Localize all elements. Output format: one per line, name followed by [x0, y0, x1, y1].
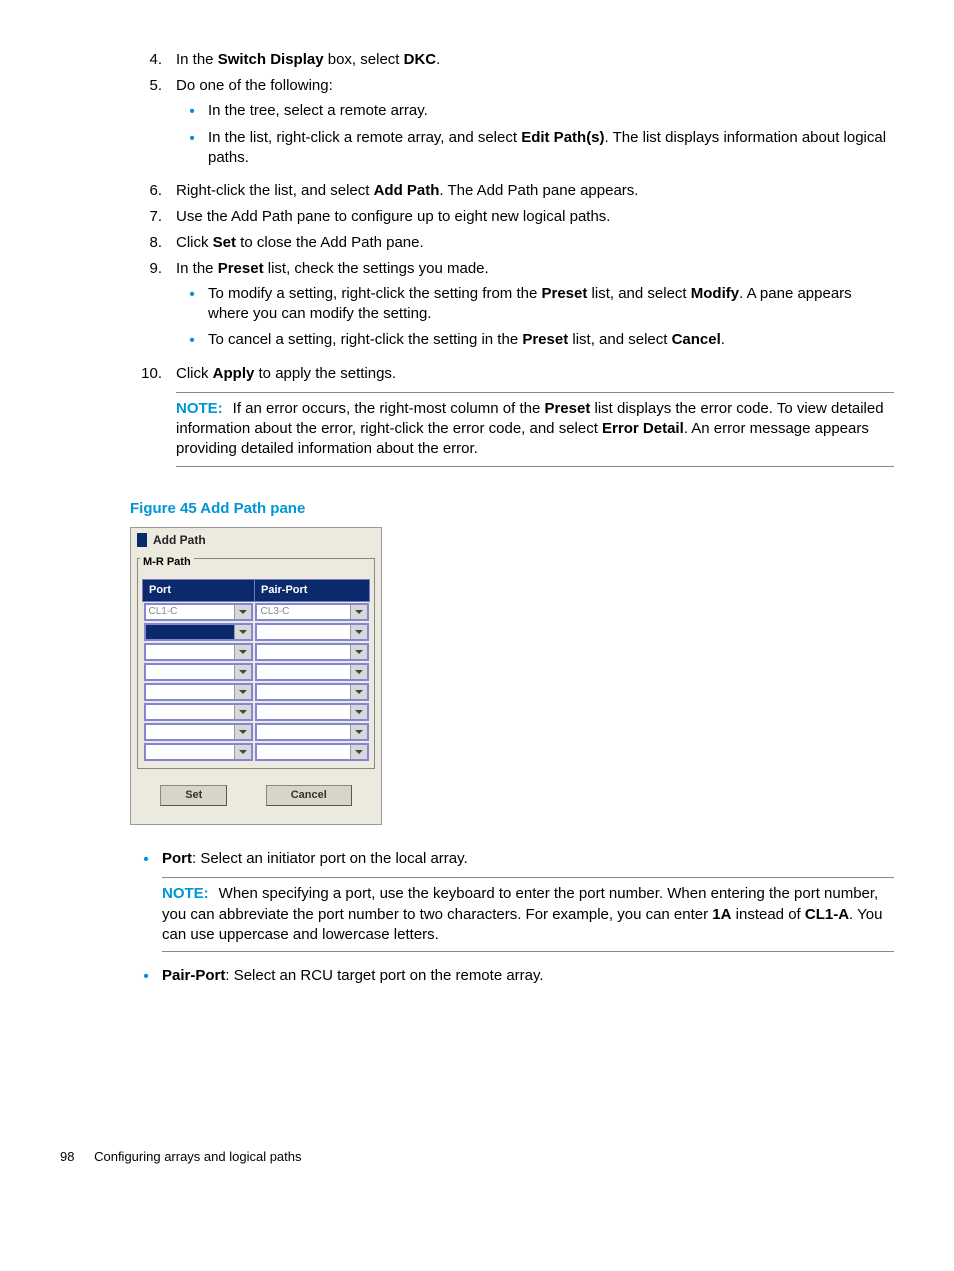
chevron-down-icon[interactable] [350, 605, 367, 619]
step-10: 10. Click Apply to apply the settings. N… [130, 364, 894, 475]
port-select-1[interactable]: CL1-C [144, 603, 254, 621]
cancel-button[interactable]: Cancel [266, 785, 352, 806]
pair-port-select-2[interactable] [255, 623, 368, 641]
pair-port-select-3[interactable] [255, 643, 368, 661]
pair-port-select-4[interactable] [255, 663, 368, 681]
chevron-down-icon[interactable] [350, 645, 367, 659]
pair-port-select-7[interactable] [255, 723, 368, 741]
page-number: 98 [60, 1149, 74, 1164]
port-select-5[interactable] [144, 683, 254, 701]
step-9a: To modify a setting, right-click the set… [176, 284, 894, 325]
chevron-down-icon[interactable] [234, 745, 251, 759]
step-4: 4. In the Switch Display box, select DKC… [130, 50, 894, 70]
add-path-pane: Add Path M-R Path Port Pair-Port CL1-C C… [130, 527, 382, 825]
pair-port-select-5[interactable] [255, 683, 368, 701]
pair-port-select-6[interactable] [255, 703, 368, 721]
port-select-2[interactable] [144, 623, 254, 641]
step-6: 6. Right-click the list, and select Add … [130, 181, 894, 201]
chevron-down-icon[interactable] [234, 625, 251, 639]
chevron-down-icon[interactable] [350, 705, 367, 719]
port-select-3[interactable] [144, 643, 254, 661]
chevron-down-icon[interactable] [234, 605, 251, 619]
note-label: NOTE: [176, 400, 223, 417]
port-select-8[interactable] [144, 743, 254, 761]
chevron-down-icon[interactable] [234, 665, 251, 679]
pane-title: Add Path [131, 528, 381, 552]
fieldset-label: M-R Path [140, 556, 194, 568]
set-button[interactable]: Set [160, 785, 227, 806]
step-9: 9. In the Preset list, check the setting… [130, 259, 894, 357]
procedure-list: 4. In the Switch Display box, select DKC… [130, 50, 894, 475]
port-select-7[interactable] [144, 723, 254, 741]
port-select-6[interactable] [144, 703, 254, 721]
chevron-down-icon[interactable] [234, 705, 251, 719]
chevron-down-icon[interactable] [350, 665, 367, 679]
pair-port-select-1[interactable]: CL3-C [255, 603, 368, 621]
chevron-down-icon[interactable] [350, 745, 367, 759]
chevron-down-icon[interactable] [350, 725, 367, 739]
step-9b: To cancel a setting, right-click the set… [176, 330, 894, 352]
figure-caption: Figure 45 Add Path pane [130, 499, 894, 519]
step-5b: In the list, right-click a remote array,… [176, 128, 894, 169]
col-port: Port [143, 580, 255, 602]
chevron-down-icon[interactable] [350, 625, 367, 639]
note-apply: NOTE:If an error occurs, the right-most … [176, 392, 894, 467]
chevron-down-icon[interactable] [234, 725, 251, 739]
title-marker-icon [137, 533, 147, 547]
chevron-down-icon[interactable] [234, 685, 251, 699]
step-5a: In the tree, select a remote array. [176, 101, 894, 123]
note-label: NOTE: [162, 885, 209, 902]
section-title: Configuring arrays and logical paths [94, 1149, 301, 1164]
mr-path-group: M-R Path Port Pair-Port CL1-C CL3-C [137, 558, 375, 769]
pair-port-select-8[interactable] [255, 743, 368, 761]
col-pair-port: Pair-Port [254, 580, 369, 602]
step-8: 8. Click Set to close the Add Path pane. [130, 233, 894, 253]
desc-pair-port: Pair-Port: Select an RCU target port on … [130, 966, 894, 988]
chevron-down-icon[interactable] [234, 645, 251, 659]
note-port: NOTE:When specifying a port, use the key… [162, 877, 894, 952]
page-footer: 98 Configuring arrays and logical paths [60, 1148, 894, 1166]
step-5: 5. Do one of the following: In the tree,… [130, 76, 894, 174]
step-7: 7. Use the Add Path pane to configure up… [130, 207, 894, 227]
desc-port: Port: Select an initiator port on the lo… [130, 849, 894, 960]
chevron-down-icon[interactable] [350, 685, 367, 699]
port-select-4[interactable] [144, 663, 254, 681]
